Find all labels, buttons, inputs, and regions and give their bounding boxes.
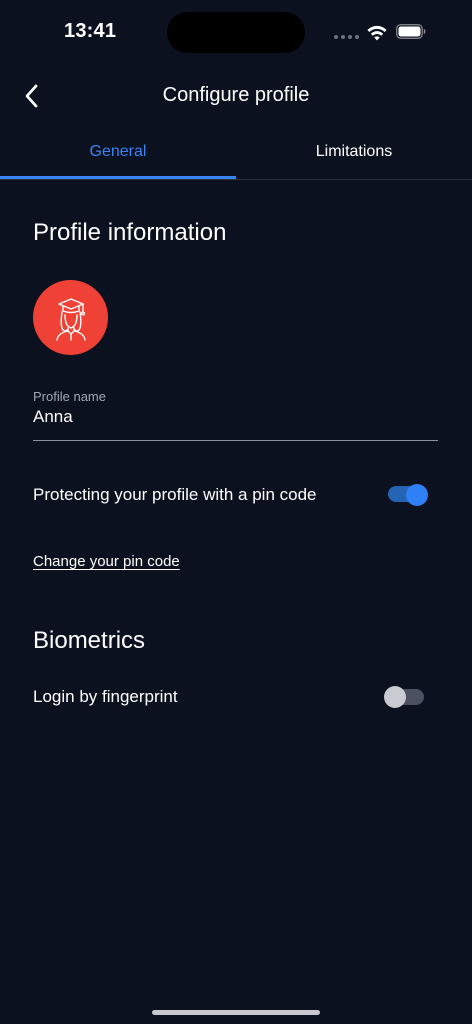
fingerprint-login-label: Login by fingerprint (33, 687, 178, 706)
battery-icon (396, 24, 426, 39)
home-indicator[interactable] (152, 1010, 320, 1015)
pin-protection-toggle-thumb[interactable] (406, 484, 428, 506)
tab-general[interactable]: General (0, 143, 236, 161)
fingerprint-login-toggle-thumb[interactable] (384, 686, 406, 708)
cellular-signal-icon (334, 35, 359, 39)
profile-name-underline (33, 440, 438, 441)
dynamic-island (167, 12, 305, 53)
biometrics-heading: Biometrics (33, 627, 146, 654)
profile-name-input[interactable] (33, 407, 438, 427)
page-title: Configure profile (162, 84, 310, 106)
graduate-avatar-icon (55, 297, 86, 341)
status-time: 13:41 (64, 20, 117, 42)
tab-limitations[interactable]: Limitations (236, 143, 472, 161)
active-tab-indicator (0, 176, 236, 179)
pin-protection-label: Protecting your profile with a pin code (33, 485, 317, 504)
profile-avatar[interactable] (33, 280, 108, 355)
profile-name-label: Profile name (33, 389, 106, 404)
profile-information-heading: Profile information (33, 219, 227, 246)
change-pin-link[interactable]: Change your pin code (33, 553, 180, 570)
tabs-divider (0, 179, 472, 180)
wifi-icon (367, 25, 387, 41)
